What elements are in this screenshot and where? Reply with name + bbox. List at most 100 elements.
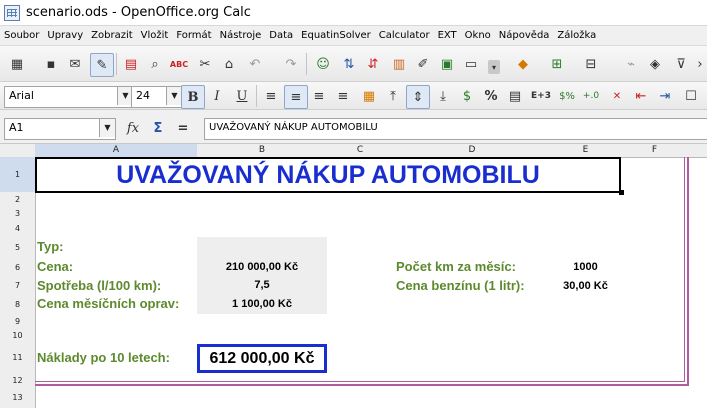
row-header-10[interactable]: 10 [0,328,36,343]
spreadsheet-grid[interactable]: A B C D E F 1 2 3 4 5 6 7 8 9 10 11 12 1… [0,144,707,408]
menu-equatinsolver[interactable]: EquatinSolver [301,30,371,41]
date-format-icon[interactable]: ▤ [504,85,526,107]
column-header-c[interactable]: C [327,144,394,158]
menu-nastroje[interactable]: Nástroje [220,30,262,41]
fill-handle[interactable] [619,190,624,195]
title-cell[interactable]: UVAŽOVANÝ NÁKUP AUTOMOBILU [35,157,621,193]
menu-data[interactable]: Data [269,30,293,41]
more-icon[interactable]: › [694,53,706,75]
spotreba-value[interactable]: 7,5 [197,279,327,291]
benzin-value[interactable]: 30,00 Kč [551,280,620,292]
delete-decimal-icon[interactable]: ✕ [606,85,628,107]
percent-format-icon[interactable]: % [480,85,502,107]
print-preview-icon[interactable]: ⌕ [144,53,166,75]
underline-icon[interactable]: U [231,85,253,107]
column-header-e[interactable]: E [551,144,621,158]
sum-icon[interactable]: Σ [147,117,169,139]
row-header-8[interactable]: 8 [0,294,36,315]
increase-indent-icon[interactable]: ⇥ [654,85,676,107]
row-header-7[interactable]: 7 [0,277,36,295]
merge-cells-icon[interactable]: ▦ [358,85,380,107]
toolbar-overflow-icon[interactable]: ▾ [488,60,500,74]
menu-okno[interactable]: Okno [465,30,491,41]
column-header-f[interactable]: F [620,144,690,158]
filter-icon[interactable]: ⊽ [670,53,692,75]
borders-icon[interactable]: ☐ [680,85,702,107]
opravy-value[interactable]: 1 100,00 Kč [197,298,327,310]
decrease-indent-icon[interactable]: ⇤ [630,85,652,107]
calc-app-icon [4,5,20,21]
naklady-result-cell[interactable]: 612 000,00 Kč [197,344,327,373]
brush-icon[interactable]: ⌁ [620,53,642,75]
formula-equals-icon[interactable]: = [172,117,194,139]
row-header-3[interactable]: 3 [0,206,36,221]
cena-value[interactable]: 210 000,00 Kč [197,261,327,273]
align-bottom-icon[interactable]: ⤓ [432,85,454,107]
menu-calculator[interactable]: Calculator [379,30,430,41]
new-document-icon[interactable]: ▦ [6,53,28,75]
edit-file-icon[interactable]: ✎ [90,53,114,77]
chart-icon[interactable]: ▥ [388,53,410,75]
italic-icon[interactable]: I [206,85,228,107]
row-header-1[interactable]: 1 [0,157,36,193]
align-right-icon[interactable]: ≡ [308,85,330,107]
menu-format[interactable]: Formát [176,30,211,41]
select-all-corner[interactable] [0,144,36,158]
paint-format-icon[interactable]: ⌂ [218,53,240,75]
email-icon[interactable]: ✉ [64,53,86,75]
align-center-icon[interactable]: ≡ [284,85,308,109]
number-format-icon[interactable]: $% [556,85,578,107]
column-header-a[interactable]: A [35,144,198,158]
export-pdf-icon[interactable]: ▤ [120,53,142,75]
function-wizard-icon[interactable]: fx [122,117,144,139]
row-header-11[interactable]: 11 [0,342,36,374]
row-header-12[interactable]: 12 [0,373,36,388]
column-header-d[interactable]: D [393,144,552,158]
menu-ext[interactable]: EXT [438,30,457,41]
align-top-icon[interactable]: ⤒ [382,85,404,107]
sort-ascending-icon[interactable]: ⇅ [338,53,360,75]
currency-format-icon[interactable]: $ [456,85,478,107]
formula-input[interactable]: UVAŽOVANÝ NÁKUP AUTOMOBILU [204,118,707,140]
row-header-9[interactable]: 9 [0,314,36,329]
cut-icon[interactable]: ✂ [194,53,216,75]
sort-descending-icon[interactable]: ⇵ [362,53,384,75]
insert-table-icon[interactable]: ⊞ [546,53,568,75]
menu-napoveda[interactable]: Nápověda [499,30,550,41]
chevron-down-icon[interactable]: ▼ [99,119,115,137]
row-header-5[interactable]: 5 [0,237,36,258]
row-header-6[interactable]: 6 [0,257,36,278]
align-middle-icon[interactable]: ⇕ [406,85,430,109]
row-header-2[interactable]: 2 [0,192,36,207]
shapes-icon[interactable]: ◆ [512,53,534,75]
row-header-13[interactable]: 13 [0,387,36,408]
menu-vlozit[interactable]: Vložit [141,30,169,41]
name-box[interactable]: A1 ▼ [4,118,116,140]
menu-soubor[interactable]: Soubor [4,30,39,41]
column-header-b[interactable]: B [197,144,328,158]
row-header-4[interactable]: 4 [0,220,36,238]
chevron-down-icon[interactable]: ▼ [166,87,182,105]
undo-icon[interactable]: ↶ [244,53,266,75]
opravy-label: Cena měsíčních oprav: [37,296,180,311]
menu-zobrazit[interactable]: Zobrazit [91,30,133,41]
font-name-box[interactable]: Arial ▼ [4,86,134,108]
image-icon[interactable]: ▣ [436,53,458,75]
navigator-icon[interactable]: ☺ [312,53,334,75]
redo-icon[interactable]: ↷ [280,53,302,75]
align-left-icon[interactable]: ≡ [260,85,282,107]
spellcheck-icon[interactable]: ABC [168,53,190,75]
save-icon[interactable]: ▪ [40,53,62,75]
justify-icon[interactable]: ≡ [332,85,354,107]
menu-upravy[interactable]: Upravy [47,30,83,41]
fill-icon[interactable]: ◈ [644,53,666,75]
scientific-format-button[interactable]: E+3 [530,85,552,107]
menu-zalozka[interactable]: Záložka [557,30,596,41]
font-size-box[interactable]: 24 ▼ [131,86,183,108]
add-decimal-icon[interactable]: +.0 [580,85,602,107]
draw-icon[interactable]: ✐ [412,53,434,75]
form-controls-icon[interactable]: ⊟ [580,53,602,75]
media-icon[interactable]: ▭ [460,53,482,75]
km-value[interactable]: 1000 [551,261,620,273]
bold-icon[interactable]: B [181,85,205,109]
